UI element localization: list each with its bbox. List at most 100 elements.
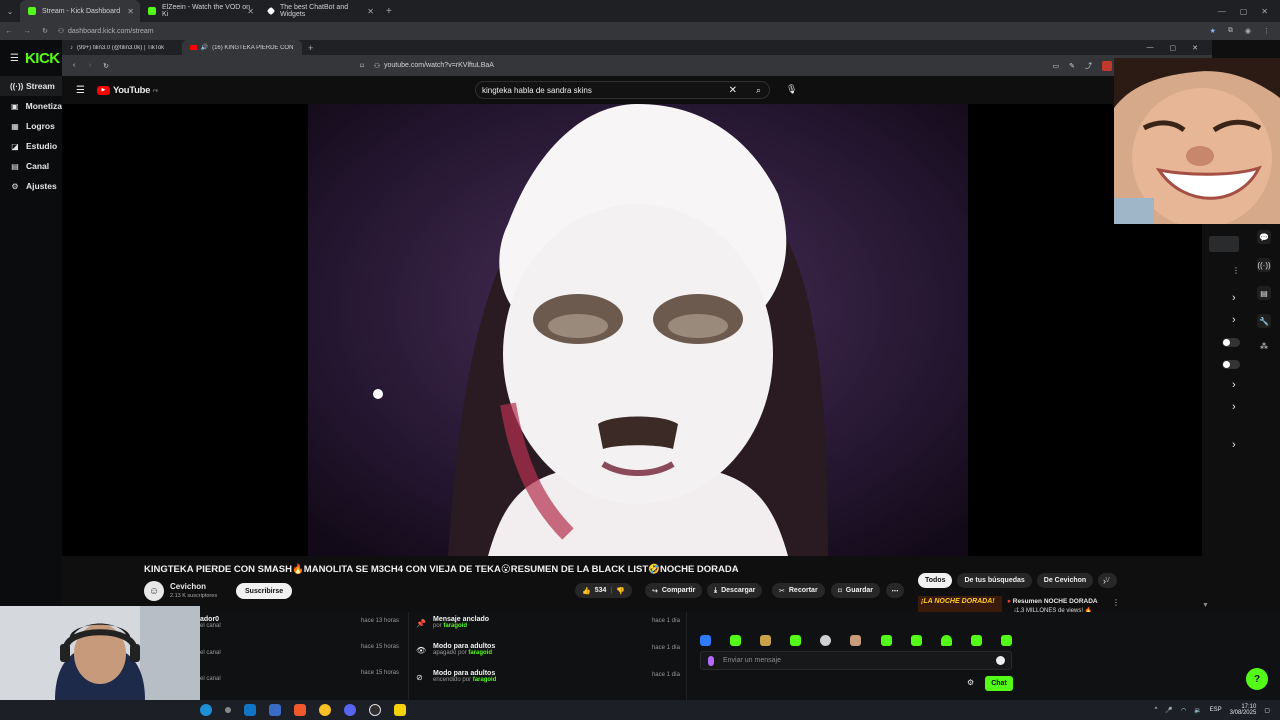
expand-chevron-icon[interactable]: ›	[1232, 292, 1236, 304]
file-explorer-icon[interactable]	[269, 704, 281, 716]
bookmark-star-icon[interactable]: ★	[1210, 27, 1216, 35]
close-window-icon[interactable]: ✕	[1261, 7, 1268, 16]
clock[interactable]: 17:10 3/08/2025	[1230, 704, 1257, 716]
chip-more[interactable]: V	[1098, 573, 1117, 588]
expand-chevron-icon[interactable]: ›	[1232, 401, 1236, 413]
channel-avatar[interactable]: ☺	[144, 581, 164, 601]
emote-icon[interactable]	[790, 634, 802, 646]
kick-nav-stream[interactable]: ((·)) Stream	[0, 76, 62, 96]
search-input[interactable]: kingteka habla de sandra skins ✕ ⌕	[475, 81, 770, 99]
emote-icon[interactable]	[910, 634, 922, 646]
suggested-video-thumbnail[interactable]: ¡LA NOCHE DORADA!	[918, 596, 1002, 612]
site-info-icon[interactable]: ⚇	[370, 62, 384, 70]
mic-icon[interactable]: 🎙	[786, 84, 797, 95]
forward-icon[interactable]: ›	[82, 62, 98, 69]
dislike-icon[interactable]: 👎	[616, 587, 625, 595]
scroll-down-icon[interactable]: ▼	[1202, 602, 1209, 609]
subscribe-button[interactable]: Suscribirse	[236, 583, 293, 599]
suggested-more-icon[interactable]: ⋮	[1112, 598, 1120, 607]
broadcast-icon[interactable]: ((·))	[1257, 258, 1271, 272]
site-info-icon[interactable]: ⚇	[54, 27, 68, 35]
chat-send-button[interactable]: Chat	[985, 676, 1013, 691]
profile-icon[interactable]: ◉	[1245, 27, 1251, 35]
edge-icon[interactable]	[200, 704, 212, 716]
hamburger-menu-icon[interactable]: ☰	[10, 53, 19, 64]
emote-icon[interactable]	[760, 634, 772, 646]
kick-nav-canal[interactable]: ▤ Canal	[0, 156, 62, 176]
cast-icon[interactable]: ▭	[1053, 62, 1060, 70]
emote-icon[interactable]	[700, 634, 711, 646]
more-actions-button[interactable]: ⋯	[886, 583, 904, 598]
maximize-icon[interactable]: ▢	[1170, 44, 1177, 52]
chip-todos[interactable]: Todos	[918, 573, 953, 588]
expand-chevron-icon[interactable]: ›	[1232, 314, 1236, 326]
layout-icon[interactable]: ▤	[1257, 286, 1271, 300]
forward-icon[interactable]: →	[18, 28, 36, 35]
chips-next-icon[interactable]: ›	[1103, 576, 1106, 586]
obs-icon[interactable]	[369, 704, 381, 716]
emote-icon[interactable]	[820, 634, 832, 646]
like-dislike-button[interactable]: 👍 534 | 👎	[575, 583, 633, 598]
app-icon[interactable]	[225, 707, 231, 713]
suggested-video-title[interactable]: ● Resumen NOCHE DORADA	[1007, 598, 1098, 605]
notifications-icon[interactable]: ▢	[1264, 707, 1270, 714]
expand-chevron-icon[interactable]: ›	[1232, 439, 1236, 451]
close-tab-icon[interactable]: ✕	[247, 7, 254, 16]
video-frame[interactable]	[308, 104, 968, 556]
maximize-icon[interactable]: ▢	[1240, 7, 1248, 16]
emoji-picker-icon[interactable]	[996, 656, 1005, 665]
save-button[interactable]: ⌑ Guardar	[831, 583, 881, 598]
kick-nav-estudio[interactable]: ◪ Estudio	[0, 136, 62, 156]
minimize-icon[interactable]: —	[1218, 7, 1226, 16]
back-icon[interactable]: ‹	[66, 62, 82, 69]
yt-menu-icon[interactable]: ☰	[76, 85, 85, 96]
rail-menu-dots-icon[interactable]: ⋮	[1232, 266, 1240, 275]
activity-item[interactable]: 👁 Modo para adultos apagado por faragoid…	[416, 643, 686, 669]
kick-logo[interactable]: KICK	[25, 50, 60, 67]
chat-settings-gear-icon[interactable]: ⚙	[967, 678, 974, 687]
inner-new-tab-icon[interactable]: +	[308, 43, 313, 53]
channel-name[interactable]: Cevichon	[170, 582, 206, 591]
tray-chevron-icon[interactable]: ^	[1155, 707, 1158, 713]
bookmark-icon[interactable]: ⌑	[354, 62, 370, 70]
inner-tab-tiktok[interactable]: ♪ (99+) tilin3.0 (@tilin3.0k) | TikTok	[62, 40, 182, 55]
download-button[interactable]: ⤓ Descargar	[707, 583, 763, 598]
extensions-icon[interactable]: ⧉	[1228, 27, 1233, 35]
outer-tab-kick-dashboard[interactable]: Stream - Kick Dashboard ✕	[20, 0, 140, 22]
tab-menu-icon[interactable]: ⌄	[0, 7, 20, 16]
emote-icon[interactable]	[1000, 634, 1012, 646]
activity-user[interactable]: faragoid	[468, 650, 492, 656]
emote-icon[interactable]	[880, 634, 892, 646]
chip-de-cevichon[interactable]: De Cevichon	[1036, 573, 1094, 588]
share-page-icon[interactable]: ⤴	[1085, 61, 1092, 71]
search-icon[interactable]: ⌕	[756, 85, 761, 96]
outer-url[interactable]: dashboard.kick.com/stream	[68, 28, 154, 35]
back-icon[interactable]: ←	[0, 28, 18, 35]
emote-icon[interactable]	[940, 634, 952, 646]
language-indicator[interactable]: ESP	[1210, 707, 1222, 713]
clip-button[interactable]: ✂ Recortar	[772, 583, 825, 598]
activity-item[interactable]: el canal hace 15 horas	[200, 668, 405, 694]
wifi-icon[interactable]: ◠	[1181, 707, 1186, 714]
mic-tray-icon[interactable]: 🎤	[1165, 707, 1172, 714]
reload-icon[interactable]: ↻	[36, 27, 54, 35]
sticky-notes-icon[interactable]	[394, 704, 406, 716]
like-icon[interactable]: 👍	[582, 587, 591, 595]
activity-user[interactable]: faragoid	[473, 677, 497, 683]
inner-tab-youtube[interactable]: 🔊 (16) KINGTEKA PIERDE CON S	[182, 40, 302, 55]
activity-item[interactable]: ador0 el canal hace 13 horas	[200, 616, 405, 642]
clear-search-icon[interactable]: ✕	[729, 85, 737, 96]
toggle-switch[interactable]	[1222, 338, 1240, 347]
new-tab-icon[interactable]: +	[386, 6, 392, 17]
activity-item[interactable]: el canal hace 15 horas	[200, 642, 405, 668]
brave-icon[interactable]	[294, 704, 306, 716]
help-fab-button[interactable]: ?	[1246, 668, 1268, 690]
kick-nav-monetiza[interactable]: ▣ Monetiza	[0, 96, 62, 116]
nodes-icon[interactable]: ⁂	[1260, 342, 1268, 351]
wrench-icon[interactable]: 🔧	[1257, 314, 1271, 328]
chat-bubble-icon[interactable]: 💬	[1257, 230, 1271, 244]
emote-icon[interactable]	[970, 634, 982, 646]
discord-icon[interactable]	[344, 704, 356, 716]
outer-tab-chatbot[interactable]: The best ChatBot and Widgets ✕	[260, 0, 380, 22]
outlook-icon[interactable]	[244, 704, 256, 716]
